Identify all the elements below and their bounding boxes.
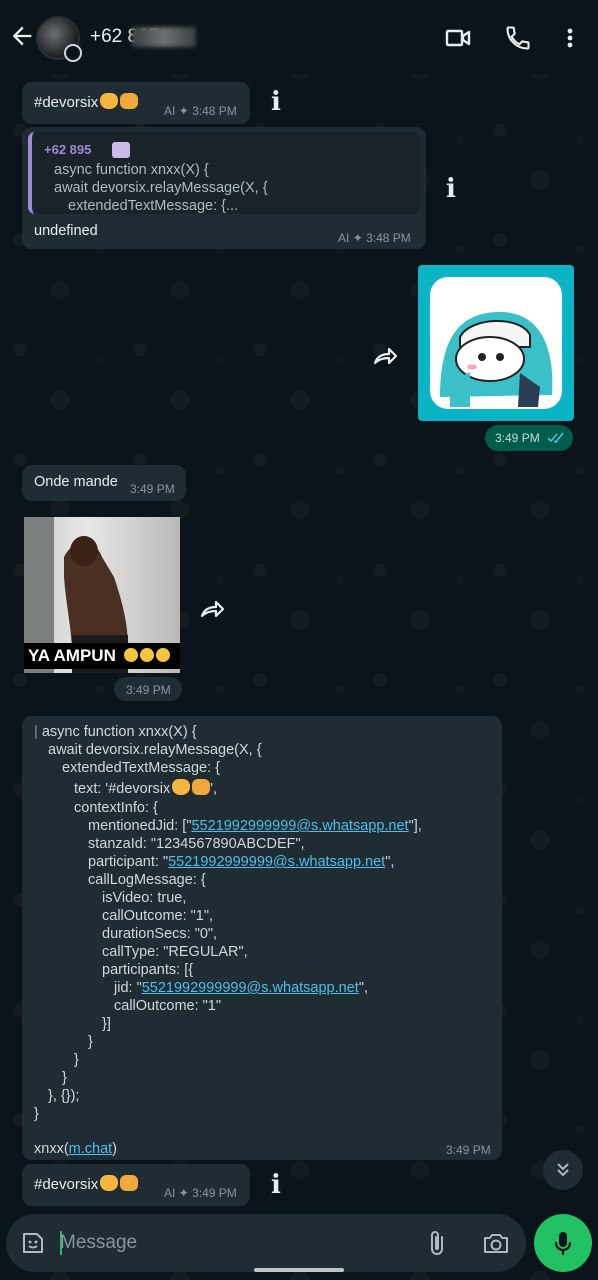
message-time: 3:49 PM	[130, 482, 175, 496]
code-line: await devorsix.relayMessage(X, {	[48, 742, 262, 758]
fist-emoji-icon	[120, 93, 139, 109]
ai-label: AI	[164, 104, 176, 118]
jid-link[interactable]: 5521992999999@s.whatsapp.net	[142, 980, 359, 996]
fearful-emoji-icon	[123, 648, 138, 662]
code-line: extendedTextMessage: {	[62, 760, 220, 776]
message-text: #devorsix	[34, 94, 99, 111]
more-options-icon[interactable]	[556, 24, 584, 52]
jid-link[interactable]: 5521992999999@s.whatsapp.net	[168, 854, 385, 870]
fearful-emoji-icon	[139, 648, 154, 662]
message-bubble[interactable]: #devorsix AI ✦ 3:48 PM	[22, 82, 250, 124]
read-ticks-icon	[547, 432, 564, 444]
attach-icon[interactable]	[426, 1229, 450, 1257]
code-line: jid: "	[114, 980, 142, 996]
message-time: 3:49 PM	[126, 683, 171, 697]
home-indicator	[254, 1268, 344, 1272]
code-line: participants: [{	[102, 962, 194, 978]
code-line: isVideo: true,	[102, 890, 187, 906]
forward-button[interactable]	[367, 338, 403, 374]
quote-author: +62 895	[44, 142, 92, 157]
code-line: xnxx(	[34, 1141, 69, 1157]
forward-arrow-icon	[200, 600, 225, 618]
video-call-icon[interactable]	[444, 24, 472, 52]
image-timestamp: 3:49 PM	[114, 677, 182, 701]
code-line: callType: "REGULAR",	[102, 944, 248, 960]
code-line: callOutcome: "1",	[102, 908, 214, 924]
sticker-timestamp: 3:49 PM	[485, 425, 573, 451]
cat-emoji-icon	[172, 779, 191, 795]
scroll-to-bottom-button[interactable]	[543, 1150, 583, 1190]
code-line: )	[112, 1141, 118, 1157]
redacted-number-blur	[132, 27, 196, 47]
quote-line: async function xnxx(X) {	[54, 162, 209, 178]
sticker-image	[430, 277, 562, 409]
message-time: 3:49 PM	[192, 1186, 237, 1200]
fist-emoji-icon	[120, 1175, 139, 1191]
code-line: contextInfo: {	[74, 800, 158, 816]
code-line: "],	[408, 818, 422, 834]
message-time: 3:49 PM	[495, 431, 540, 445]
status-ring-icon	[64, 44, 82, 62]
voice-call-icon[interactable]	[504, 24, 532, 52]
message-bubble[interactable]: Onde mande 3:49 PM	[22, 465, 186, 501]
sticker-icon[interactable]	[20, 1230, 46, 1256]
code-line: callLogMessage: {	[88, 872, 206, 888]
message-time: 3:49 PM	[446, 1143, 491, 1157]
sparkle-icon: ✦	[352, 231, 363, 245]
info-icon[interactable]: i	[271, 1172, 281, 1198]
code-line: }	[74, 1052, 79, 1068]
cat-emoji-icon	[100, 93, 119, 109]
mic-button[interactable]	[534, 1214, 592, 1272]
image-message[interactable]: YA AMPUN	[24, 517, 180, 673]
jid-link[interactable]: 5521992999999@s.whatsapp.net	[191, 818, 408, 834]
info-icon[interactable]: i	[271, 89, 281, 115]
double-chevron-down-icon	[557, 1163, 569, 1177]
forward-arrow-icon	[373, 347, 398, 365]
code-line: durationSecs: "0",	[102, 926, 218, 942]
message-text: Onde mande	[34, 474, 118, 490]
ai-label: AI	[338, 231, 350, 245]
ai-label: AI	[164, 1186, 176, 1200]
code-line: text: '#devorsix	[74, 781, 171, 797]
fearful-emoji-icon	[155, 648, 170, 662]
image-caption: YA AMPUN	[28, 646, 116, 665]
code-line: mentionedJid: ["	[88, 818, 192, 834]
sticker-message[interactable]	[418, 265, 574, 421]
message-bubble[interactable]: | async function xnxx(X) { await devorsi…	[22, 716, 502, 1160]
code-line: }	[88, 1034, 93, 1050]
message-time: 3:48 PM	[192, 104, 237, 118]
quote-line: await devorsix.relayMessage(X, {	[54, 180, 268, 196]
message-text: undefined	[34, 223, 98, 239]
chat-header: +62 895	[0, 0, 598, 74]
code-line: }	[62, 1070, 67, 1086]
code-line: stanzaId: "1234567890ABCDEF",	[88, 836, 305, 852]
info-icon[interactable]: i	[446, 176, 456, 202]
code-line: ",	[385, 854, 395, 870]
redacted-block	[112, 142, 130, 158]
message-bubble[interactable]: #devorsix AI ✦ 3:49 PM	[22, 1164, 250, 1206]
forward-button[interactable]	[194, 591, 230, 627]
sparkle-icon: ✦	[178, 104, 189, 118]
code-line: participant: "	[88, 854, 169, 870]
sparkle-icon: ✦	[178, 1186, 189, 1200]
code-line: }, {});	[48, 1088, 80, 1104]
quote-line: extendedTextMessage: {...	[68, 198, 239, 214]
code-line: async function xnxx(X) {	[41, 724, 197, 740]
message-text: #devorsix	[34, 1176, 99, 1193]
cat-emoji-icon	[100, 1175, 119, 1191]
message-input[interactable]	[60, 1228, 360, 1258]
code-line: ",	[358, 980, 368, 996]
chat-link[interactable]: m.chat	[69, 1141, 113, 1157]
anime-sticker-illustration	[440, 312, 553, 407]
quoted-message[interactable]: +62 895 async function xnxx(X) { await d…	[28, 132, 420, 214]
code-line: callOutcome: "1"	[114, 998, 222, 1014]
fist-emoji-icon	[192, 779, 211, 795]
code-line: }]	[102, 1016, 111, 1032]
back-arrow-icon[interactable]	[8, 22, 36, 50]
message-time: 3:48 PM	[366, 231, 411, 245]
camera-icon[interactable]	[482, 1230, 510, 1256]
mic-icon	[554, 1232, 572, 1256]
code-line: }	[34, 1106, 39, 1122]
